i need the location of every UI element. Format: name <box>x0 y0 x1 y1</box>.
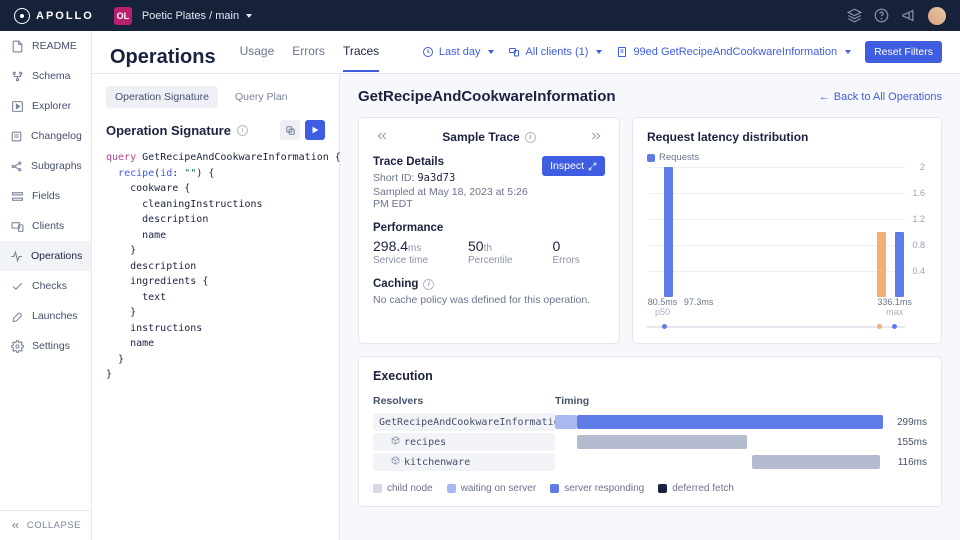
list-icon <box>10 129 23 143</box>
latency-chart: 0.40.81.21.62 <box>649 167 905 297</box>
tab-errors[interactable]: Errors <box>292 44 325 72</box>
latency-title: Request latency distribution <box>647 130 927 144</box>
doc-icon <box>616 46 628 58</box>
latency-distribution-card: Request latency distribution Requests 0.… <box>632 117 942 344</box>
prev-trace-button[interactable] <box>375 129 389 146</box>
info-icon[interactable] <box>237 125 248 136</box>
operation-name: GetRecipeAndCookwareInformation <box>358 88 616 105</box>
expand-icon <box>588 162 597 171</box>
copy-button[interactable] <box>280 120 300 140</box>
operation-code: query GetRecipeAndCookwareInformation { … <box>106 150 325 383</box>
cube-icon <box>391 436 400 448</box>
apollo-icon <box>14 8 30 24</box>
reset-filters-button[interactable]: Reset Filters <box>865 41 942 63</box>
latency-bar[interactable] <box>895 232 904 297</box>
operation-signature-pane: Operation Signature Query Plan Operation… <box>92 74 340 540</box>
fields-icon <box>10 189 24 203</box>
filter-operation[interactable]: 99ed GetRecipeAndCookwareInformation <box>616 46 851 58</box>
caching-message: No cache policy was defined for this ope… <box>373 294 605 306</box>
sidenav-launches[interactable]: Launches <box>0 301 91 331</box>
latency-bar[interactable] <box>664 167 673 297</box>
page-title: Operations <box>110 46 216 69</box>
performance-heading: Performance <box>373 222 605 234</box>
resolver-row[interactable]: recipes155ms <box>373 433 927 451</box>
sidenav-clients[interactable]: Clients <box>0 211 91 241</box>
sample-trace-card: Sample Trace Trace Details Short ID: 9a3… <box>358 117 620 344</box>
topbar: APOLLO OL Poetic Plates / main <box>0 0 960 31</box>
org-badge[interactable]: OL <box>114 7 132 25</box>
sidenav-checks[interactable]: Checks <box>0 271 91 301</box>
page-icon <box>10 39 24 53</box>
tab-operation-signature[interactable]: Operation Signature <box>106 86 218 108</box>
sidenav-settings[interactable]: Settings <box>0 331 91 361</box>
megaphone-icon[interactable] <box>901 8 916 23</box>
schema-icon <box>10 69 24 83</box>
devices-icon <box>10 219 24 233</box>
subgraphs-icon <box>10 159 23 173</box>
legend-swatch-icon <box>647 154 655 162</box>
check-icon <box>10 279 24 293</box>
resolver-row[interactable]: kitchenware116ms <box>373 453 927 471</box>
cube-icon <box>391 456 400 468</box>
trace-header: Sample Trace <box>442 130 519 144</box>
gear-icon <box>10 339 24 353</box>
sidenav-schema[interactable]: Schema <box>0 61 91 91</box>
caching-heading: Caching <box>373 278 418 290</box>
filter-clients[interactable]: All clients (1) <box>508 46 602 58</box>
collapse-button[interactable]: COLLAPSE <box>0 510 91 540</box>
project-switcher[interactable]: Poetic Plates / main <box>142 10 252 22</box>
tab-traces[interactable]: Traces <box>343 44 379 72</box>
trace-short-id: 9a3d73 <box>417 172 455 184</box>
info-icon[interactable] <box>525 132 536 143</box>
back-to-operations-link[interactable]: ← Back to All Operations <box>819 91 942 103</box>
run-button[interactable] <box>305 120 325 140</box>
filter-time[interactable]: Last day <box>422 46 495 58</box>
trace-sampled-at: Sampled at May 18, 2023 at 5:26 PM EDT <box>373 186 542 210</box>
help-icon[interactable] <box>874 8 889 23</box>
resolver-row[interactable]: GetRecipeAndCookwareInformation299ms <box>373 413 927 431</box>
sidenav-fields[interactable]: Fields <box>0 181 91 211</box>
execution-card: Execution ResolversTiming GetRecipeAndCo… <box>358 356 942 507</box>
rocket-icon <box>10 309 24 323</box>
sidenav-subgraphs[interactable]: Subgraphs <box>0 151 91 181</box>
tab-usage[interactable]: Usage <box>240 44 275 72</box>
sidenav-operations[interactable]: Operations <box>0 241 91 271</box>
page-header: Operations Usage Errors Traces Last day … <box>92 31 960 74</box>
inspect-button[interactable]: Inspect <box>542 156 605 176</box>
info-icon[interactable] <box>423 279 434 290</box>
execution-heading: Execution <box>373 369 927 383</box>
next-trace-button[interactable] <box>589 129 603 146</box>
sidenav: README Schema Explorer Changelog Subgrap… <box>0 31 92 540</box>
sidenav-explorer[interactable]: Explorer <box>0 91 91 121</box>
play-icon <box>10 99 24 113</box>
latency-bar[interactable] <box>877 232 886 297</box>
signature-title: Operation Signature <box>106 123 231 138</box>
clients-icon <box>508 46 520 58</box>
pulse-icon <box>10 249 23 263</box>
brand-text: APOLLO <box>36 10 94 22</box>
chevrons-left-icon <box>10 520 21 531</box>
latency-range-slider[interactable] <box>647 323 905 331</box>
graph-icon[interactable] <box>847 8 862 23</box>
sidenav-readme[interactable]: README <box>0 31 91 61</box>
trace-details-heading: Trace Details <box>373 156 542 168</box>
tab-query-plan[interactable]: Query Plan <box>226 86 297 108</box>
brand-logo[interactable]: APOLLO <box>14 8 94 24</box>
sidenav-changelog[interactable]: Changelog <box>0 121 91 151</box>
clock-icon <box>422 46 434 58</box>
avatar[interactable] <box>928 7 946 25</box>
